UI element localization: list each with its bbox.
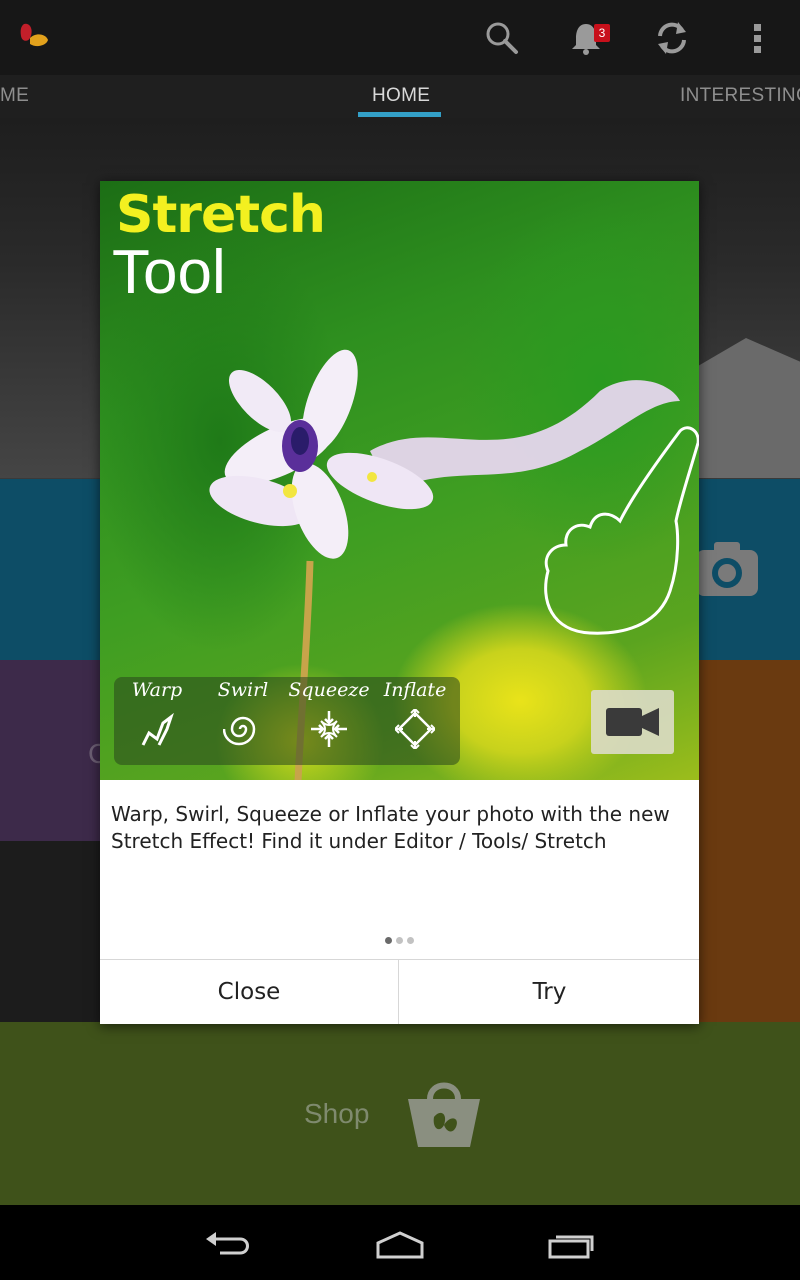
tool-squeeze-label: Squeeze bbox=[288, 679, 370, 701]
squeeze-icon bbox=[311, 711, 347, 747]
promo-image: Stretch Tool Warp Swirl Squeeze Inflate bbox=[100, 181, 699, 780]
tool-warp-label: Warp bbox=[131, 679, 183, 701]
tab-interesting[interactable]: INTERESTING bbox=[680, 85, 800, 107]
inflate-icon bbox=[395, 709, 435, 749]
dialog-description: Warp, Swirl, Squeeze or Inflate your pho… bbox=[111, 802, 670, 853]
tab-home[interactable]: HOME bbox=[372, 85, 430, 107]
tab-bar: ME HOME INTERESTING bbox=[0, 75, 800, 118]
recent-apps-icon[interactable] bbox=[542, 1223, 602, 1263]
shop-label: Shop bbox=[304, 1098, 370, 1129]
search-icon[interactable] bbox=[482, 18, 522, 58]
system-nav-bar bbox=[0, 1205, 800, 1280]
refresh-icon[interactable] bbox=[652, 18, 692, 58]
warp-icon bbox=[141, 712, 174, 746]
try-button[interactable]: Try bbox=[400, 960, 699, 1024]
tool-inflate-label: Inflate bbox=[383, 679, 447, 701]
shopping-bag-icon bbox=[408, 1082, 480, 1147]
close-button[interactable]: Close bbox=[100, 960, 399, 1024]
overflow-menu-icon[interactable] bbox=[738, 18, 778, 58]
video-camera-icon bbox=[606, 708, 659, 736]
page-dot-3 bbox=[407, 937, 414, 944]
app-bar: 3 bbox=[0, 0, 800, 75]
tools-panel: Warp Swirl Squeeze Inflate bbox=[114, 677, 460, 765]
swirl-icon bbox=[223, 716, 256, 746]
notification-badge: 3 bbox=[594, 24, 610, 42]
tool-warp: Warp bbox=[114, 677, 200, 765]
play-video-button[interactable] bbox=[591, 690, 674, 754]
dialog-button-row: Close Try bbox=[100, 959, 699, 1024]
page-dot-1 bbox=[385, 937, 392, 944]
stretch-tool-dialog: Stretch Tool Warp Swirl Squeeze Inflate … bbox=[100, 181, 699, 1024]
tool-inflate: Inflate bbox=[372, 677, 458, 765]
shop-tile[interactable] bbox=[0, 1022, 800, 1205]
tool-swirl-label: Swirl bbox=[217, 679, 269, 701]
tool-squeeze: Squeeze bbox=[286, 677, 372, 765]
tool-swirl: Swirl bbox=[200, 677, 286, 765]
page-dot-2 bbox=[396, 937, 403, 944]
tab-selected-indicator bbox=[358, 112, 441, 117]
home-icon[interactable] bbox=[370, 1223, 430, 1263]
page-indicator bbox=[100, 937, 699, 947]
picsart-logo-icon[interactable] bbox=[18, 20, 52, 52]
promo-title-tool: Tool bbox=[112, 238, 226, 307]
back-icon[interactable] bbox=[200, 1223, 260, 1263]
promo-title-stretch: Stretch bbox=[116, 185, 326, 245]
camera-icon bbox=[696, 542, 758, 596]
tab-me-partial[interactable]: ME bbox=[0, 85, 29, 107]
